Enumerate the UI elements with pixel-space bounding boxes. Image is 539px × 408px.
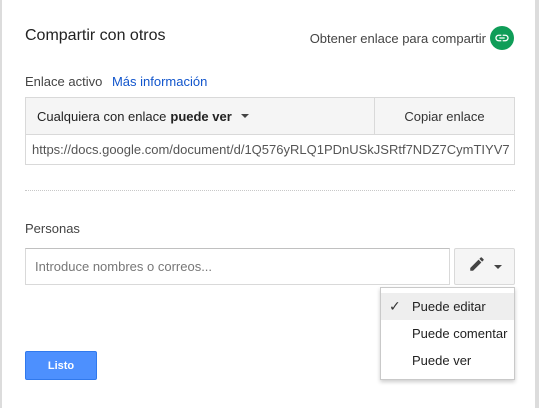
link-icon[interactable] [490,26,514,50]
share-dialog: Compartir con otros Obtener enlace para … [2,0,535,408]
menu-item-label: Puede editar [412,299,486,314]
permission-menu: ✓ Puede editar Puede comentar Puede ver [380,287,515,380]
divider [25,190,515,191]
dialog-title: Compartir con otros [25,27,166,44]
menu-item-label: Puede comentar [412,326,508,341]
link-controls: Cualquiera con enlace puede ver Copiar e… [26,98,514,135]
link-box: Cualquiera con enlace puede ver Copiar e… [25,97,515,165]
link-permission-dropdown[interactable]: Cualquiera con enlace puede ver [26,98,375,134]
copy-link-button[interactable]: Copiar enlace [375,98,514,134]
get-shareable-link-button[interactable]: Obtener enlace para compartir [310,26,514,50]
menu-item-can-view[interactable]: Puede ver [381,347,514,374]
menu-item-can-comment[interactable]: Puede comentar [381,320,514,347]
permission-picker-button[interactable] [454,248,515,285]
get-link-label: Obtener enlace para compartir [309,30,486,46]
share-url-field[interactable]: https://docs.google.com/document/d/1Q576… [26,135,514,165]
menu-item-label: Puede ver [412,353,472,368]
permission-prefix: Cualquiera con enlace [37,108,167,124]
done-button[interactable]: Listo [25,351,97,380]
menu-item-can-edit[interactable]: ✓ Puede editar [381,293,514,320]
caret-down-icon [493,264,502,269]
caret-down-icon [240,114,249,118]
active-link-label: Enlace activo [25,74,103,89]
active-link-row: Enlace activo Más información [25,74,207,89]
pencil-icon [468,255,486,278]
people-label: Personas [25,221,80,236]
people-input[interactable]: Introduce nombres o correos... [25,248,450,285]
more-info-link[interactable]: Más información [112,74,207,89]
check-icon: ✓ [389,298,401,314]
permission-value: puede ver [170,108,232,124]
